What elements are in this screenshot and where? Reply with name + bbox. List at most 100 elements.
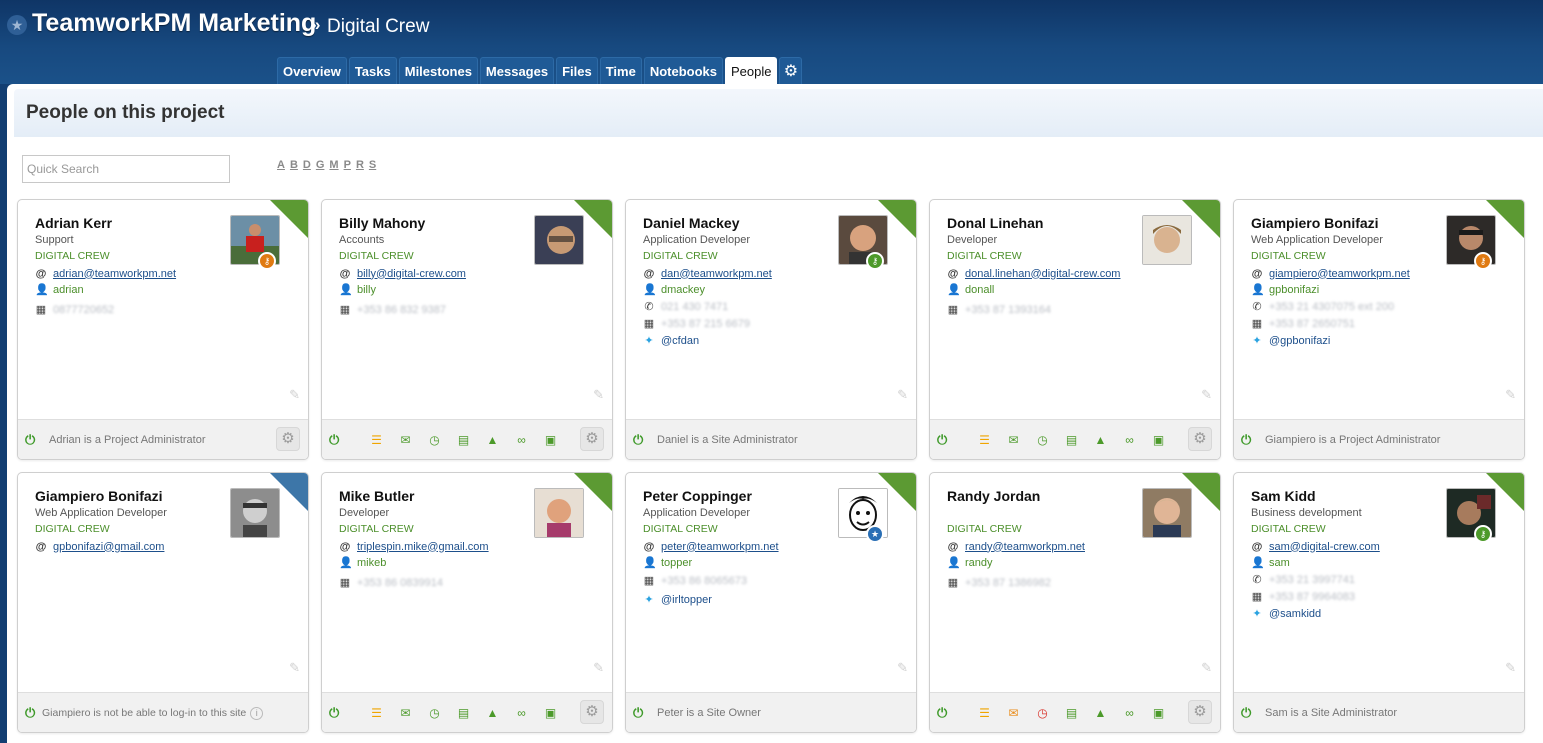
tab-overview[interactable]: Overview	[277, 57, 347, 84]
edit-pencil-icon[interactable]: ✎	[897, 387, 908, 403]
person-name[interactable]: Donal Linehan	[947, 215, 1043, 231]
tasks-icon[interactable]: ☰	[368, 706, 385, 720]
link-icon[interactable]: ∞	[513, 433, 530, 447]
avatar[interactable]	[1142, 215, 1192, 265]
tasks-icon[interactable]: ☰	[976, 433, 993, 447]
tab-tasks[interactable]: Tasks	[348, 57, 397, 84]
person-name[interactable]: Daniel Mackey	[643, 215, 740, 231]
email-link[interactable]: billy@digital-crew.com	[357, 268, 466, 280]
power-icon[interactable]: ⏻	[937, 432, 947, 448]
edit-pencil-icon[interactable]: ✎	[593, 387, 604, 403]
email-link[interactable]: triplespin.mike@gmail.com	[357, 541, 489, 553]
edit-pencil-icon[interactable]: ✎	[1505, 387, 1516, 403]
letter-filter-r[interactable]: R	[356, 159, 364, 171]
person-name[interactable]: Billy Mahony	[339, 215, 425, 231]
edit-pencil-icon[interactable]: ✎	[289, 387, 300, 403]
person-name[interactable]: Peter Coppinger	[643, 488, 752, 504]
message-icon[interactable]: ✉	[1005, 706, 1022, 720]
clock-icon[interactable]: ◷	[426, 706, 443, 720]
clock-icon[interactable]: ◷	[1034, 706, 1051, 720]
email-link[interactable]: randy@teamworkpm.net	[965, 541, 1085, 553]
tab-people[interactable]: People	[724, 57, 778, 84]
info-icon[interactable]: i	[250, 707, 264, 720]
letter-filter-b[interactable]: B	[290, 159, 298, 171]
gear-icon[interactable]: ⚙	[1188, 427, 1212, 451]
quick-search-input[interactable]	[22, 155, 230, 183]
power-icon[interactable]: ⏻	[1241, 432, 1251, 448]
person-name[interactable]: Mike Butler	[339, 488, 414, 504]
email-link[interactable]: dan@teamworkpm.net	[661, 268, 772, 280]
message-icon[interactable]: ✉	[397, 433, 414, 447]
edit-pencil-icon[interactable]: ✎	[897, 660, 908, 676]
lock-icon[interactable]: ▣	[542, 433, 559, 447]
avatar[interactable]	[534, 488, 584, 538]
risk-icon[interactable]: ▲	[484, 433, 501, 447]
power-icon[interactable]: ⏻	[1241, 705, 1251, 721]
link-icon[interactable]: ∞	[1121, 706, 1138, 720]
message-icon[interactable]: ✉	[397, 706, 414, 720]
link-icon[interactable]: ∞	[513, 706, 530, 720]
clock-icon[interactable]: ◷	[1034, 433, 1051, 447]
tab-messages[interactable]: Messages	[479, 57, 555, 84]
letter-filter-p[interactable]: P	[344, 159, 351, 171]
avatar[interactable]	[230, 488, 280, 538]
file-icon[interactable]: ▤	[455, 433, 472, 447]
edit-pencil-icon[interactable]: ✎	[593, 660, 604, 676]
project-name[interactable]: Digital Crew	[327, 16, 429, 38]
gear-icon[interactable]: ⚙	[1188, 700, 1212, 724]
email-link[interactable]: sam@digital-crew.com	[1269, 541, 1380, 553]
person-name[interactable]: Sam Kidd	[1251, 488, 1316, 504]
tab-files[interactable]: Files	[556, 57, 598, 84]
edit-pencil-icon[interactable]: ✎	[1201, 387, 1212, 403]
file-icon[interactable]: ▤	[1063, 706, 1080, 720]
power-icon[interactable]: ⏻	[633, 705, 643, 721]
risk-icon[interactable]: ▲	[484, 706, 501, 720]
edit-pencil-icon[interactable]: ✎	[289, 660, 300, 676]
lock-icon[interactable]: ▣	[1150, 706, 1167, 720]
person-name[interactable]: Giampiero Bonifazi	[35, 488, 163, 504]
letter-filter-d[interactable]: D	[303, 159, 311, 171]
avatar[interactable]	[534, 215, 584, 265]
power-icon[interactable]: ⏻	[329, 705, 339, 721]
letter-filter-m[interactable]: M	[329, 159, 338, 171]
tab-notebooks[interactable]: Notebooks	[643, 57, 723, 84]
edit-pencil-icon[interactable]: ✎	[1201, 660, 1212, 676]
letter-filter-a[interactable]: A	[277, 159, 285, 171]
twitter-handle[interactable]: @irltopper	[661, 594, 712, 606]
risk-icon[interactable]: ▲	[1092, 706, 1109, 720]
file-icon[interactable]: ▤	[455, 706, 472, 720]
tab-milestones[interactable]: Milestones	[398, 57, 478, 84]
gear-icon[interactable]: ⚙	[276, 427, 300, 451]
email-link[interactable]: donal.linehan@digital-crew.com	[965, 268, 1120, 280]
app-title[interactable]: TeamworkPM Marketing	[32, 9, 316, 38]
lock-icon[interactable]: ▣	[1150, 433, 1167, 447]
email-link[interactable]: gpbonifazi@gmail.com	[53, 541, 164, 553]
power-icon[interactable]: ⏻	[329, 432, 339, 448]
power-icon[interactable]: ⏻	[937, 705, 947, 721]
tasks-icon[interactable]: ☰	[976, 706, 993, 720]
letter-filter-s[interactable]: S	[369, 159, 376, 171]
star-icon[interactable]: ★	[7, 15, 27, 35]
edit-pencil-icon[interactable]: ✎	[1505, 660, 1516, 676]
gear-icon[interactable]: ⚙	[580, 427, 604, 451]
clock-icon[interactable]: ◷	[426, 433, 443, 447]
power-icon[interactable]: ⏻	[633, 432, 643, 448]
twitter-handle[interactable]: @samkidd	[1269, 608, 1321, 620]
power-icon[interactable]: ⏻	[25, 432, 35, 448]
email-link[interactable]: giampiero@teamworkpm.net	[1269, 268, 1410, 280]
file-icon[interactable]: ▤	[1063, 433, 1080, 447]
message-icon[interactable]: ✉	[1005, 433, 1022, 447]
email-link[interactable]: adrian@teamworkpm.net	[53, 268, 176, 280]
person-name[interactable]: Giampiero Bonifazi	[1251, 215, 1379, 231]
gear-icon[interactable]: ⚙	[580, 700, 604, 724]
twitter-handle[interactable]: @gpbonifazi	[1269, 335, 1330, 347]
tab-time[interactable]: Time	[599, 57, 642, 84]
person-name[interactable]: Adrian Kerr	[35, 215, 112, 231]
risk-icon[interactable]: ▲	[1092, 433, 1109, 447]
power-icon[interactable]: ⏻	[25, 705, 35, 721]
letter-filter-g[interactable]: G	[316, 159, 325, 171]
tab-settings-gear-icon[interactable]: ⚙	[779, 57, 803, 84]
link-icon[interactable]: ∞	[1121, 433, 1138, 447]
tasks-icon[interactable]: ☰	[368, 433, 385, 447]
avatar[interactable]	[1142, 488, 1192, 538]
